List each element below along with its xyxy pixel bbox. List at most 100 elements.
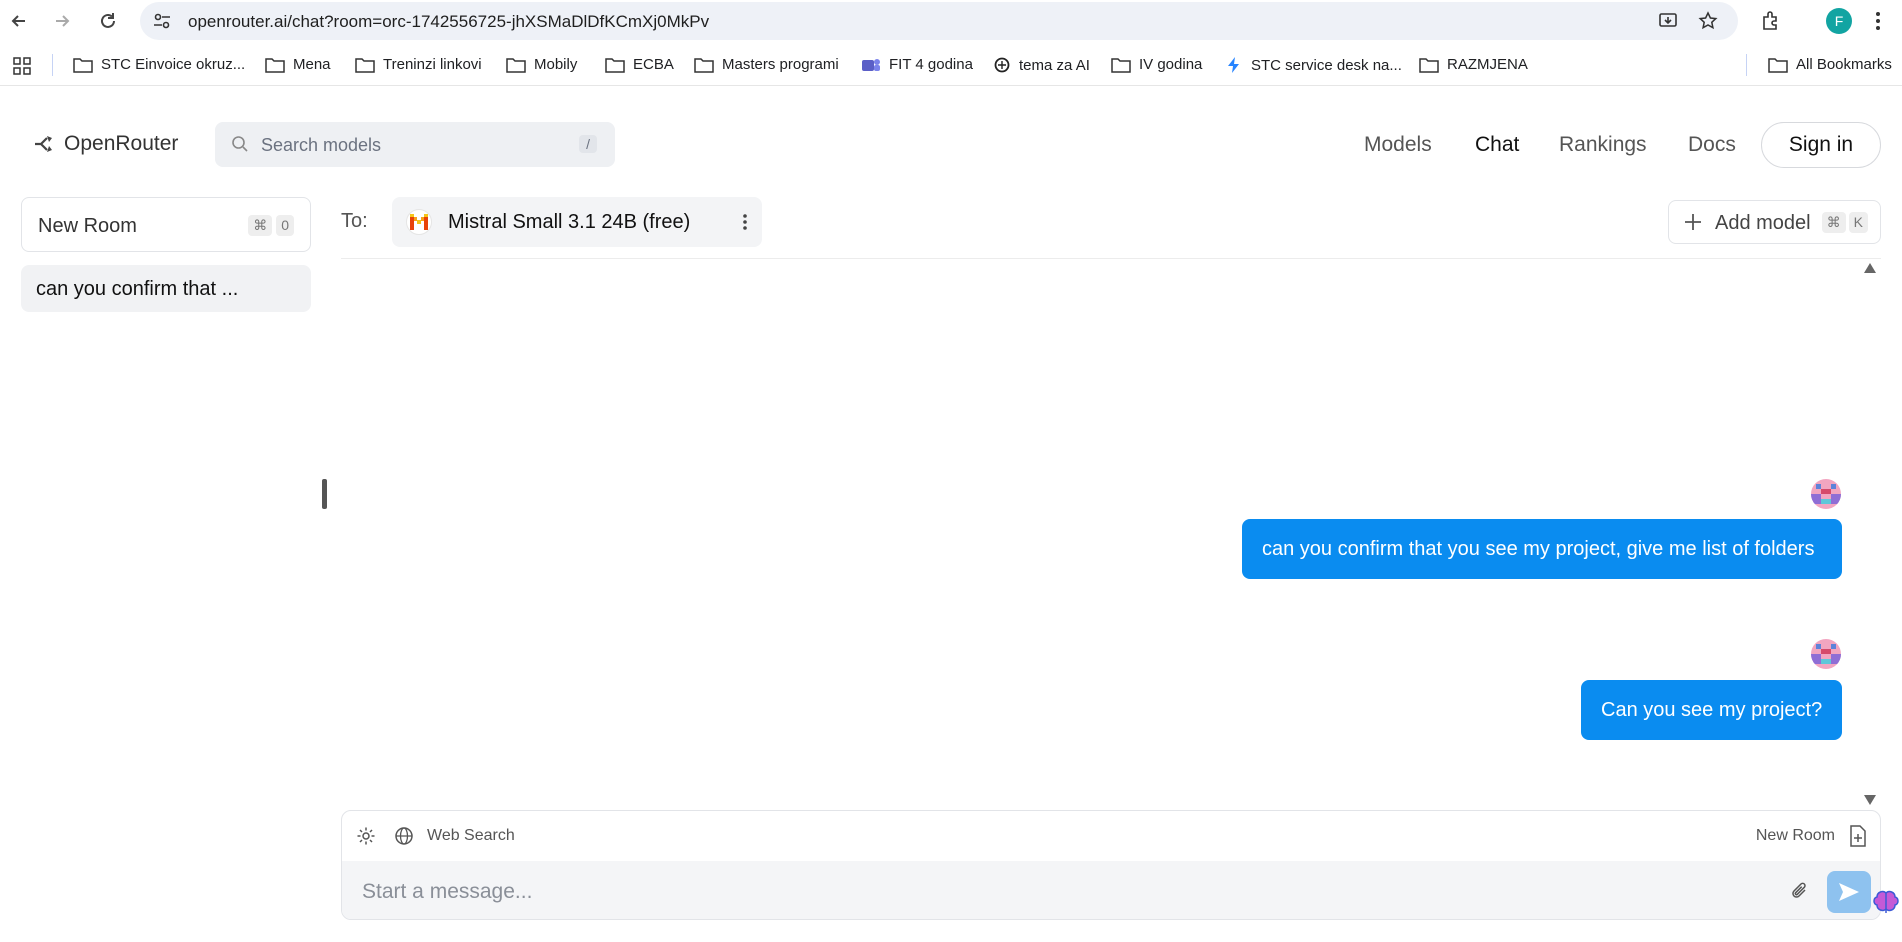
bookmark-label: Mobily (534, 56, 578, 73)
room-item[interactable]: can you confirm that ... (21, 265, 311, 312)
k-key: K (1848, 212, 1868, 233)
folder-icon (355, 57, 375, 73)
bookmark-item[interactable]: STC service desk na... (1225, 56, 1402, 74)
brain-extension-icon[interactable] (1872, 890, 1900, 916)
globe-icon[interactable] (394, 826, 414, 846)
nav-models[interactable]: Models (1364, 133, 1432, 157)
bookmarks-separator (52, 54, 53, 76)
folder-icon (1419, 57, 1439, 73)
message-input[interactable]: Start a message... (342, 861, 1880, 919)
forward-button[interactable] (48, 7, 76, 35)
model-chip[interactable]: Mistral Small 3.1 24B (free) (392, 197, 762, 247)
back-button[interactable] (5, 7, 33, 35)
folder-icon (605, 57, 625, 73)
folder-icon (73, 57, 93, 73)
star-icon (1698, 11, 1718, 30)
url-text: openrouter.ai/chat?room=orc-1742556725-j… (188, 12, 710, 31)
bookmark-item[interactable]: IV godina (1111, 56, 1202, 73)
bookmark-item[interactable]: Treninzi linkovi (355, 56, 482, 73)
add-model-shortcut: ⌘ K (1821, 212, 1868, 233)
new-room-label: New Room (38, 215, 137, 237)
arrow-left-icon (11, 15, 25, 27)
bookmark-item[interactable]: Masters programi (694, 56, 839, 73)
folder-icon (265, 57, 285, 73)
menu-dots-icon[interactable] (1872, 10, 1884, 32)
teams-icon (862, 58, 880, 71)
bookmark-label: STC Einvoice okruz... (101, 56, 246, 73)
bookmark-label: Masters programi (722, 56, 839, 73)
bookmark-label: Treninzi linkovi (383, 56, 482, 73)
bookmark-label: tema za AI (1019, 56, 1090, 74)
user-message-bubble: can you confirm that you see my project,… (1242, 519, 1842, 579)
attachment-icon[interactable] (1790, 880, 1810, 902)
add-model-label: Add model (1715, 212, 1811, 234)
bookmark-label: All Bookmarks (1796, 56, 1892, 73)
send-button[interactable] (1827, 871, 1871, 913)
bookmark-label: FIT 4 godina (889, 56, 973, 73)
apps-grid-icon[interactable] (12, 56, 32, 76)
folder-icon (694, 57, 714, 73)
openrouter-logo-icon (35, 136, 52, 152)
bookmark-item[interactable]: ECBA (605, 56, 674, 73)
openai-icon (994, 57, 1010, 73)
bookmarks-separator (1746, 54, 1747, 76)
all-bookmarks[interactable]: All Bookmarks (1768, 56, 1892, 73)
search-placeholder: Search models (261, 135, 382, 155)
bookmark-item[interactable]: tema za AI (993, 56, 1090, 74)
browser-toolbar: openrouter.ai/chat?room=orc-1742556725-j… (0, 0, 1902, 42)
nav-docs[interactable]: Docs (1688, 133, 1736, 157)
plus-icon (1685, 214, 1701, 230)
profile-avatar[interactable]: F (1826, 8, 1852, 34)
sidebar-resize-handle[interactable] (322, 479, 327, 509)
bookmark-item[interactable]: Mobily (506, 56, 577, 73)
web-search-toggle[interactable]: Web Search (427, 827, 515, 845)
message-placeholder: Start a message... (362, 880, 533, 903)
bookmark-label: RAZMJENA (1447, 56, 1528, 73)
bookmark-item[interactable]: Mena (265, 56, 331, 73)
bookmarks-bar: STC Einvoice okruz... Mena Treninzi link… (0, 46, 1902, 86)
reload-button[interactable] (94, 7, 122, 35)
address-bar[interactable]: openrouter.ai/chat?room=orc-1742556725-j… (140, 2, 1738, 40)
extensions-icon[interactable] (1760, 10, 1782, 32)
scroll-up-icon[interactable] (1863, 262, 1877, 274)
bookmark-label: Mena (293, 56, 331, 73)
composer-new-room[interactable]: New Room (1756, 827, 1835, 845)
sign-in-button[interactable]: Sign in (1761, 122, 1881, 168)
site-settings-icon (154, 13, 170, 29)
composer-toolbar: Web Search New Room (342, 811, 1880, 861)
search-shortcut: / (579, 135, 597, 153)
nav-rankings[interactable]: Rankings (1559, 133, 1647, 157)
reload-icon (101, 13, 115, 28)
bookmark-label: STC service desk na... (1251, 56, 1402, 74)
user-message-bubble: Can you see my project? (1581, 680, 1842, 740)
search-icon (232, 136, 248, 152)
folder-icon (506, 57, 526, 73)
search-models-input[interactable]: Search models / (215, 122, 615, 167)
model-name: Mistral Small 3.1 24B (free) (448, 211, 691, 233)
bookmark-label: IV godina (1139, 56, 1203, 73)
jira-icon (1228, 57, 1239, 73)
settings-gear-icon[interactable] (356, 826, 376, 846)
zero-key: 0 (276, 215, 294, 236)
user-avatar-icon (1811, 639, 1841, 669)
send-icon (1839, 883, 1859, 901)
model-options-icon[interactable] (742, 212, 748, 232)
new-file-icon[interactable] (1848, 825, 1868, 847)
bookmark-item[interactable]: STC Einvoice okruz... (73, 56, 245, 73)
folder-icon (1768, 57, 1788, 73)
bookmark-item[interactable]: RAZMJENA (1419, 56, 1528, 73)
new-room-button[interactable]: New Room ⌘ 0 (21, 197, 311, 252)
message-composer: Web Search New Room Start a message... (341, 810, 1881, 920)
brand-logo[interactable]: OpenRouter (34, 132, 178, 156)
nav-chat[interactable]: Chat (1475, 133, 1519, 157)
room-item-label: can you confirm that ... (36, 278, 239, 300)
mistral-logo-icon (406, 209, 432, 235)
bookmark-item[interactable]: FIT 4 godina (861, 56, 973, 73)
cmd-key: ⌘ (1821, 212, 1846, 233)
add-model-button[interactable]: Add model ⌘ K (1668, 200, 1881, 244)
bookmark-label: ECBA (633, 56, 674, 73)
scroll-down-icon[interactable] (1863, 794, 1877, 806)
install-app-icon (1659, 13, 1677, 27)
folder-icon (1111, 57, 1131, 73)
user-avatar-icon (1811, 479, 1841, 509)
